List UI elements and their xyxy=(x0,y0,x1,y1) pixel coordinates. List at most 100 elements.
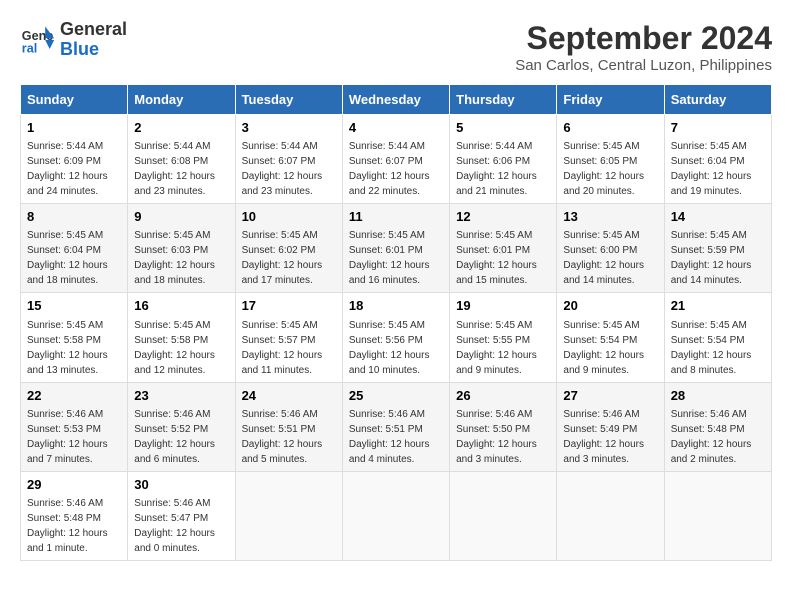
day-number: 8 xyxy=(27,208,121,226)
calendar-cell: 17 Sunrise: 5:45 AM Sunset: 5:57 PM Dayl… xyxy=(235,293,342,382)
day-info: Sunrise: 5:45 AM Sunset: 6:03 PM Dayligh… xyxy=(134,228,228,288)
day-number: 16 xyxy=(134,297,228,315)
title-area: September 2024 San Carlos, Central Luzon… xyxy=(515,20,772,74)
day-number: 6 xyxy=(563,119,657,137)
day-info: Sunrise: 5:46 AM Sunset: 5:51 PM Dayligh… xyxy=(242,407,336,467)
calendar-cell: 9 Sunrise: 5:45 AM Sunset: 6:03 PM Dayli… xyxy=(128,204,235,293)
calendar-cell: 27 Sunrise: 5:46 AM Sunset: 5:49 PM Dayl… xyxy=(557,382,664,471)
day-number: 9 xyxy=(134,208,228,226)
day-number: 23 xyxy=(134,387,228,405)
calendar-cell xyxy=(557,471,664,560)
day-number: 18 xyxy=(349,297,443,315)
day-info: Sunrise: 5:46 AM Sunset: 5:47 PM Dayligh… xyxy=(134,496,228,556)
logo: Gene ral General Blue xyxy=(20,20,127,60)
calendar-cell: 23 Sunrise: 5:46 AM Sunset: 5:52 PM Dayl… xyxy=(128,382,235,471)
day-info: Sunrise: 5:44 AM Sunset: 6:06 PM Dayligh… xyxy=(456,139,550,199)
month-title: September 2024 xyxy=(515,20,772,57)
calendar-cell xyxy=(235,471,342,560)
calendar-cell: 1 Sunrise: 5:44 AM Sunset: 6:09 PM Dayli… xyxy=(21,115,128,204)
calendar-cell: 15 Sunrise: 5:45 AM Sunset: 5:58 PM Dayl… xyxy=(21,293,128,382)
day-info: Sunrise: 5:45 AM Sunset: 6:00 PM Dayligh… xyxy=(563,228,657,288)
day-number: 20 xyxy=(563,297,657,315)
day-info: Sunrise: 5:45 AM Sunset: 6:02 PM Dayligh… xyxy=(242,228,336,288)
day-info: Sunrise: 5:44 AM Sunset: 6:08 PM Dayligh… xyxy=(134,139,228,199)
day-info: Sunrise: 5:46 AM Sunset: 5:48 PM Dayligh… xyxy=(671,407,765,467)
day-info: Sunrise: 5:45 AM Sunset: 6:01 PM Dayligh… xyxy=(349,228,443,288)
day-info: Sunrise: 5:46 AM Sunset: 5:49 PM Dayligh… xyxy=(563,407,657,467)
calendar-cell xyxy=(664,471,771,560)
day-info: Sunrise: 5:44 AM Sunset: 6:09 PM Dayligh… xyxy=(27,139,121,199)
day-number: 1 xyxy=(27,119,121,137)
day-number: 14 xyxy=(671,208,765,226)
day-number: 13 xyxy=(563,208,657,226)
calendar-cell: 5 Sunrise: 5:44 AM Sunset: 6:06 PM Dayli… xyxy=(450,115,557,204)
calendar-cell: 8 Sunrise: 5:45 AM Sunset: 6:04 PM Dayli… xyxy=(21,204,128,293)
day-info: Sunrise: 5:45 AM Sunset: 5:57 PM Dayligh… xyxy=(242,318,336,378)
day-info: Sunrise: 5:45 AM Sunset: 5:58 PM Dayligh… xyxy=(134,318,228,378)
calendar-cell: 18 Sunrise: 5:45 AM Sunset: 5:56 PM Dayl… xyxy=(342,293,449,382)
day-number: 7 xyxy=(671,119,765,137)
day-info: Sunrise: 5:45 AM Sunset: 5:55 PM Dayligh… xyxy=(456,318,550,378)
day-number: 21 xyxy=(671,297,765,315)
day-info: Sunrise: 5:46 AM Sunset: 5:50 PM Dayligh… xyxy=(456,407,550,467)
day-info: Sunrise: 5:46 AM Sunset: 5:52 PM Dayligh… xyxy=(134,407,228,467)
header-saturday: Saturday xyxy=(664,85,771,115)
calendar-week-row: 15 Sunrise: 5:45 AM Sunset: 5:58 PM Dayl… xyxy=(21,293,772,382)
day-info: Sunrise: 5:45 AM Sunset: 6:04 PM Dayligh… xyxy=(671,139,765,199)
calendar-cell: 10 Sunrise: 5:45 AM Sunset: 6:02 PM Dayl… xyxy=(235,204,342,293)
day-info: Sunrise: 5:45 AM Sunset: 5:54 PM Dayligh… xyxy=(563,318,657,378)
day-info: Sunrise: 5:44 AM Sunset: 6:07 PM Dayligh… xyxy=(242,139,336,199)
calendar-cell: 4 Sunrise: 5:44 AM Sunset: 6:07 PM Dayli… xyxy=(342,115,449,204)
day-number: 15 xyxy=(27,297,121,315)
day-number: 2 xyxy=(134,119,228,137)
header-wednesday: Wednesday xyxy=(342,85,449,115)
calendar-cell: 30 Sunrise: 5:46 AM Sunset: 5:47 PM Dayl… xyxy=(128,471,235,560)
calendar-header-row: SundayMondayTuesdayWednesdayThursdayFrid… xyxy=(21,85,772,115)
calendar-table: SundayMondayTuesdayWednesdayThursdayFrid… xyxy=(20,84,772,561)
day-info: Sunrise: 5:45 AM Sunset: 6:01 PM Dayligh… xyxy=(456,228,550,288)
calendar-cell: 28 Sunrise: 5:46 AM Sunset: 5:48 PM Dayl… xyxy=(664,382,771,471)
calendar-week-row: 1 Sunrise: 5:44 AM Sunset: 6:09 PM Dayli… xyxy=(21,115,772,204)
calendar-cell: 16 Sunrise: 5:45 AM Sunset: 5:58 PM Dayl… xyxy=(128,293,235,382)
calendar-cell xyxy=(450,471,557,560)
logo-icon: Gene ral xyxy=(20,22,56,58)
calendar-cell: 13 Sunrise: 5:45 AM Sunset: 6:00 PM Dayl… xyxy=(557,204,664,293)
day-number: 30 xyxy=(134,476,228,494)
day-number: 10 xyxy=(242,208,336,226)
day-info: Sunrise: 5:45 AM Sunset: 5:56 PM Dayligh… xyxy=(349,318,443,378)
calendar-week-row: 22 Sunrise: 5:46 AM Sunset: 5:53 PM Dayl… xyxy=(21,382,772,471)
svg-text:ral: ral xyxy=(22,41,37,55)
calendar-cell: 7 Sunrise: 5:45 AM Sunset: 6:04 PM Dayli… xyxy=(664,115,771,204)
calendar-cell: 2 Sunrise: 5:44 AM Sunset: 6:08 PM Dayli… xyxy=(128,115,235,204)
calendar-cell: 20 Sunrise: 5:45 AM Sunset: 5:54 PM Dayl… xyxy=(557,293,664,382)
calendar-cell: 29 Sunrise: 5:46 AM Sunset: 5:48 PM Dayl… xyxy=(21,471,128,560)
day-number: 27 xyxy=(563,387,657,405)
logo-line2: Blue xyxy=(60,40,127,60)
day-number: 24 xyxy=(242,387,336,405)
day-number: 3 xyxy=(242,119,336,137)
header-monday: Monday xyxy=(128,85,235,115)
day-info: Sunrise: 5:45 AM Sunset: 5:58 PM Dayligh… xyxy=(27,318,121,378)
day-number: 26 xyxy=(456,387,550,405)
day-info: Sunrise: 5:45 AM Sunset: 5:59 PM Dayligh… xyxy=(671,228,765,288)
header-sunday: Sunday xyxy=(21,85,128,115)
calendar-cell: 22 Sunrise: 5:46 AM Sunset: 5:53 PM Dayl… xyxy=(21,382,128,471)
day-number: 22 xyxy=(27,387,121,405)
calendar-cell: 14 Sunrise: 5:45 AM Sunset: 5:59 PM Dayl… xyxy=(664,204,771,293)
day-number: 28 xyxy=(671,387,765,405)
calendar-cell: 21 Sunrise: 5:45 AM Sunset: 5:54 PM Dayl… xyxy=(664,293,771,382)
header-thursday: Thursday xyxy=(450,85,557,115)
calendar-cell: 11 Sunrise: 5:45 AM Sunset: 6:01 PM Dayl… xyxy=(342,204,449,293)
day-number: 4 xyxy=(349,119,443,137)
day-number: 12 xyxy=(456,208,550,226)
location-subtitle: San Carlos, Central Luzon, Philippines xyxy=(515,57,772,74)
calendar-cell: 26 Sunrise: 5:46 AM Sunset: 5:50 PM Dayl… xyxy=(450,382,557,471)
day-number: 29 xyxy=(27,476,121,494)
calendar-cell: 6 Sunrise: 5:45 AM Sunset: 6:05 PM Dayli… xyxy=(557,115,664,204)
calendar-cell: 24 Sunrise: 5:46 AM Sunset: 5:51 PM Dayl… xyxy=(235,382,342,471)
day-info: Sunrise: 5:45 AM Sunset: 6:04 PM Dayligh… xyxy=(27,228,121,288)
day-info: Sunrise: 5:45 AM Sunset: 6:05 PM Dayligh… xyxy=(563,139,657,199)
day-info: Sunrise: 5:46 AM Sunset: 5:48 PM Dayligh… xyxy=(27,496,121,556)
calendar-cell xyxy=(342,471,449,560)
header-tuesday: Tuesday xyxy=(235,85,342,115)
